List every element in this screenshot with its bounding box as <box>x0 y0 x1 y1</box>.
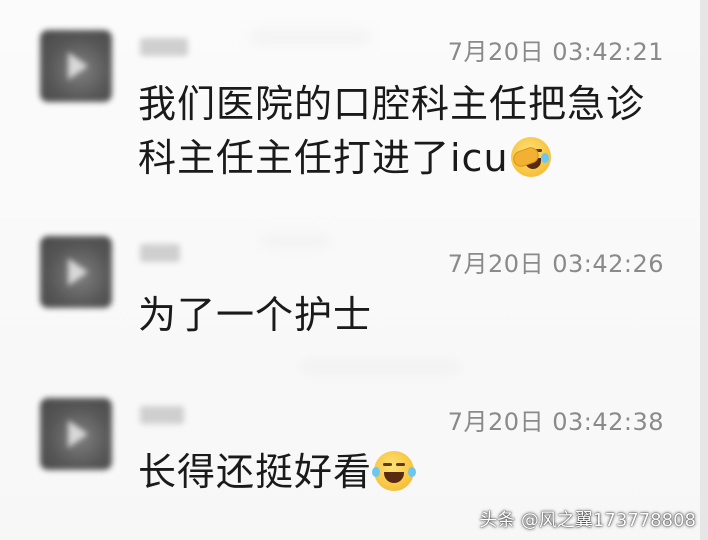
message-text-line-with-emoji: 长得还挺好看 <box>138 445 417 499</box>
avatar[interactable] <box>40 236 112 308</box>
message-text-line: 我们医院的口腔科主任把急诊 <box>138 82 646 126</box>
blurred-background-text <box>260 235 330 247</box>
message-text-line: 长得还挺好看 <box>138 450 373 494</box>
message-text-line: 科主任主任打进了icu <box>138 136 509 180</box>
facepalm-cry-emoji-icon <box>510 136 551 177</box>
message-timestamp: 7月20日 03:42:21 <box>447 38 664 66</box>
sender-name-blurred <box>140 38 188 56</box>
message-timestamp: 7月20日 03:42:26 <box>447 250 664 278</box>
avatar[interactable] <box>40 30 112 102</box>
blurred-background-text <box>300 360 460 374</box>
chat-screenshot: 7月20日 03:42:21 我们医院的口腔科主任把急诊 科主任主任打进了icu… <box>0 0 708 540</box>
laughing-tears-emoji-icon <box>372 450 417 491</box>
message-text: 为了一个护士 <box>138 288 372 342</box>
message-text-line-with-emoji: 科主任主任打进了icu <box>138 131 645 185</box>
sender-name-blurred <box>140 244 180 262</box>
message-timestamp: 7月20日 03:42:38 <box>447 408 664 436</box>
avatar[interactable] <box>40 398 112 470</box>
sender-name-blurred <box>140 406 184 424</box>
message-text-line: 为了一个护士 <box>138 293 373 337</box>
message-text: 长得还挺好看 <box>138 445 417 499</box>
right-edge-divider <box>700 0 708 540</box>
blurred-background-text <box>250 30 370 44</box>
message-text: 我们医院的口腔科主任把急诊 科主任主任打进了icu <box>138 77 645 185</box>
watermark: 头条 @风之翼173778808 <box>479 510 696 531</box>
